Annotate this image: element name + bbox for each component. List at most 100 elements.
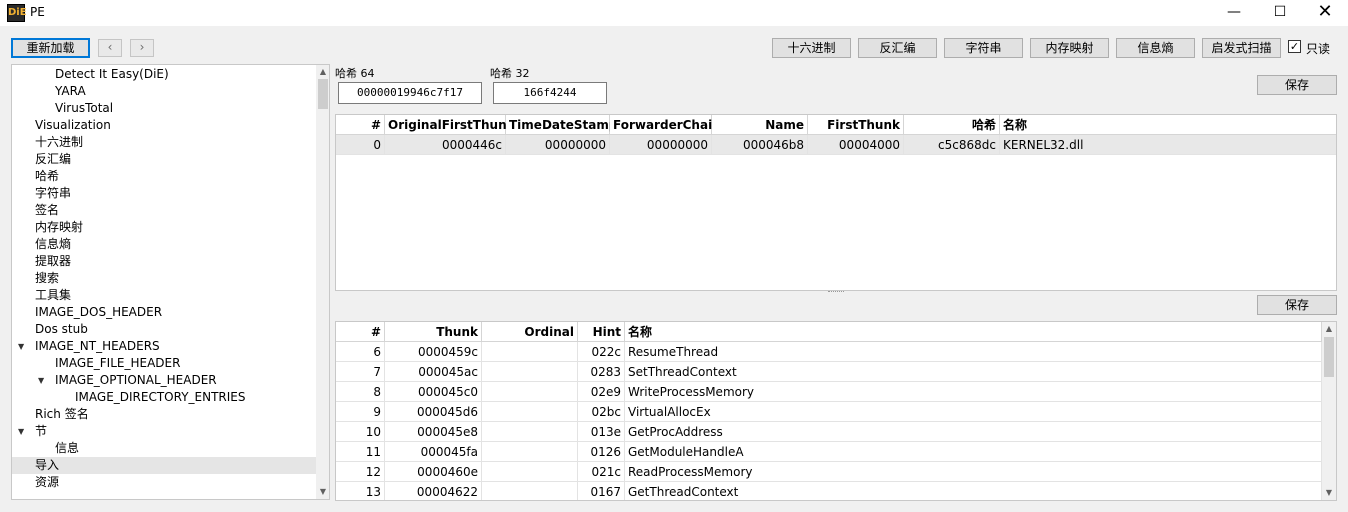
column-header[interactable]: FirstThunk [808,115,904,135]
column-header[interactable]: # [336,322,385,342]
table-cell: 000045d6 [385,402,482,422]
table-cell: 0167 [578,482,625,500]
app-logo-icon: DiE [7,4,27,22]
table-cell: ResumeThread [625,342,1322,362]
column-header[interactable]: 哈希 [904,115,1000,135]
tree-item-hash[interactable]: 哈希 [35,168,59,185]
tree-item-resources[interactable]: 资源 [35,474,59,491]
table-cell: VirtualAllocEx [625,402,1322,422]
memory-map-button[interactable]: 内存映射 [1030,38,1109,58]
tree-item-hex[interactable]: 十六进制 [35,134,83,151]
table-cell: GetThreadContext [625,482,1322,500]
tree-item-strings[interactable]: 字符串 [35,185,71,202]
imports-table[interactable]: # OriginalFirstThunk TimeDateStamp Forwa… [335,114,1337,291]
tree-item-entropy[interactable]: 信息熵 [35,236,71,253]
panel-splitter[interactable] [333,290,1336,296]
close-button[interactable]: ✕ [1302,0,1348,26]
column-header[interactable]: Hint [578,322,625,342]
expand-arrow-icon[interactable]: ▼ [38,372,44,389]
save-functions-button[interactable]: 保存 [1257,295,1337,315]
column-header[interactable]: Thunk [385,322,482,342]
tree-item-dos-stub[interactable]: Dos stub [35,321,88,338]
hash32-label: 哈希 32 [490,67,530,80]
table-cell: SetThreadContext [625,362,1322,382]
tree-item-yara[interactable]: YARA [55,83,86,100]
table-cell: 000045ac [385,362,482,382]
tree-item-imports[interactable]: 导入 [12,457,316,474]
tree-item-file-header[interactable]: IMAGE_FILE_HEADER [55,355,180,372]
tree-item-virustotal[interactable]: VirusTotal [55,100,113,117]
scroll-thumb[interactable] [1324,337,1334,377]
functions-scrollbar[interactable]: ▲ ▼ [1322,322,1336,500]
minimize-button[interactable]: — [1211,0,1257,26]
readonly-checkbox[interactable]: ✓ [1288,40,1301,53]
scroll-down-icon[interactable]: ▼ [1322,486,1336,500]
forward-button[interactable]: › [130,39,154,57]
tree-item-extractor[interactable]: 提取器 [35,253,71,270]
save-hash-button[interactable]: 保存 [1257,75,1337,95]
functions-table[interactable]: # Thunk Ordinal Hint 名称 6 0000459c 022c … [335,321,1337,501]
tree-item-rich-signature[interactable]: Rich 签名 [35,406,89,423]
table-cell: KERNEL32.dll [1000,135,1336,155]
maximize-button[interactable]: ☐ [1257,0,1303,26]
tree-item-sections[interactable]: 节 [35,423,47,440]
tree-item-disasm[interactable]: 反汇编 [35,151,71,168]
scroll-thumb[interactable] [318,79,328,109]
table-cell: GetModuleHandleA [625,442,1322,462]
back-button[interactable]: ‹ [98,39,122,57]
navigation-tree[interactable]: Detect It Easy(DiE) YARA VirusTotal Visu… [11,64,330,500]
column-header[interactable]: TimeDateStamp [506,115,617,135]
hex-button[interactable]: 十六进制 [772,38,851,58]
scroll-up-icon[interactable]: ▲ [1322,322,1336,336]
table-cell: 12 [336,462,385,482]
table-cell [482,382,578,402]
entropy-button[interactable]: 信息熵 [1116,38,1195,58]
tree-item-visualization[interactable]: Visualization [35,117,111,134]
table-cell: 0000459c [385,342,482,362]
column-header[interactable]: ForwarderChain [610,115,721,135]
column-header[interactable]: Name [712,115,808,135]
tree-item-search[interactable]: 搜索 [35,270,59,287]
table-cell: 000045c0 [385,382,482,402]
tree-item-nt-headers[interactable]: IMAGE_NT_HEADERS [35,338,160,355]
table-cell: 0000446c [385,135,506,155]
tree-item-tools[interactable]: 工具集 [35,287,71,304]
column-header[interactable]: Ordinal [482,322,578,342]
column-header[interactable]: 名称 [1000,115,1336,135]
table-cell: 11 [336,442,385,462]
table-cell: WriteProcessMemory [625,382,1322,402]
tree-item-info[interactable]: 信息 [55,440,79,457]
table-cell: 10 [336,422,385,442]
reload-button[interactable]: 重新加载 [11,38,90,58]
tree-item-directory-entries[interactable]: IMAGE_DIRECTORY_ENTRIES [75,389,246,406]
table-cell: 0126 [578,442,625,462]
scroll-up-icon[interactable]: ▲ [316,65,329,79]
column-header[interactable]: # [336,115,385,135]
tree-item-dos-header[interactable]: IMAGE_DOS_HEADER [35,304,162,321]
table-cell: 021c [578,462,625,482]
disasm-button[interactable]: 反汇编 [858,38,937,58]
tree-item-optional-header[interactable]: IMAGE_OPTIONAL_HEADER [55,372,217,389]
column-header[interactable]: OriginalFirstThunk [385,115,515,135]
table-cell: ReadProcessMemory [625,462,1322,482]
tree-item-signatures[interactable]: 签名 [35,202,59,219]
tree-scrollbar[interactable]: ▲ ▼ [316,65,329,499]
table-cell: 02bc [578,402,625,422]
scroll-down-icon[interactable]: ▼ [316,485,329,499]
strings-button[interactable]: 字符串 [944,38,1023,58]
heuristic-scan-button[interactable]: 启发式扫描 [1202,38,1281,58]
splitter-grip [828,291,844,293]
tree-item-memory-map[interactable]: 内存映射 [35,219,83,236]
column-header[interactable]: 名称 [625,322,1322,342]
tree-item-die[interactable]: Detect It Easy(DiE) [55,66,169,83]
table-cell: 000045e8 [385,422,482,442]
table-cell: 9 [336,402,385,422]
hash64-field[interactable]: 00000019946c7f17 [338,82,482,104]
table-cell: 6 [336,342,385,362]
expand-arrow-icon[interactable]: ▼ [18,423,24,440]
expand-arrow-icon[interactable]: ▼ [18,338,24,355]
table-cell: 000045fa [385,442,482,462]
window-title: PE [30,5,45,19]
hash32-field[interactable]: 166f4244 [493,82,607,104]
table-cell: 00000000 [610,135,712,155]
